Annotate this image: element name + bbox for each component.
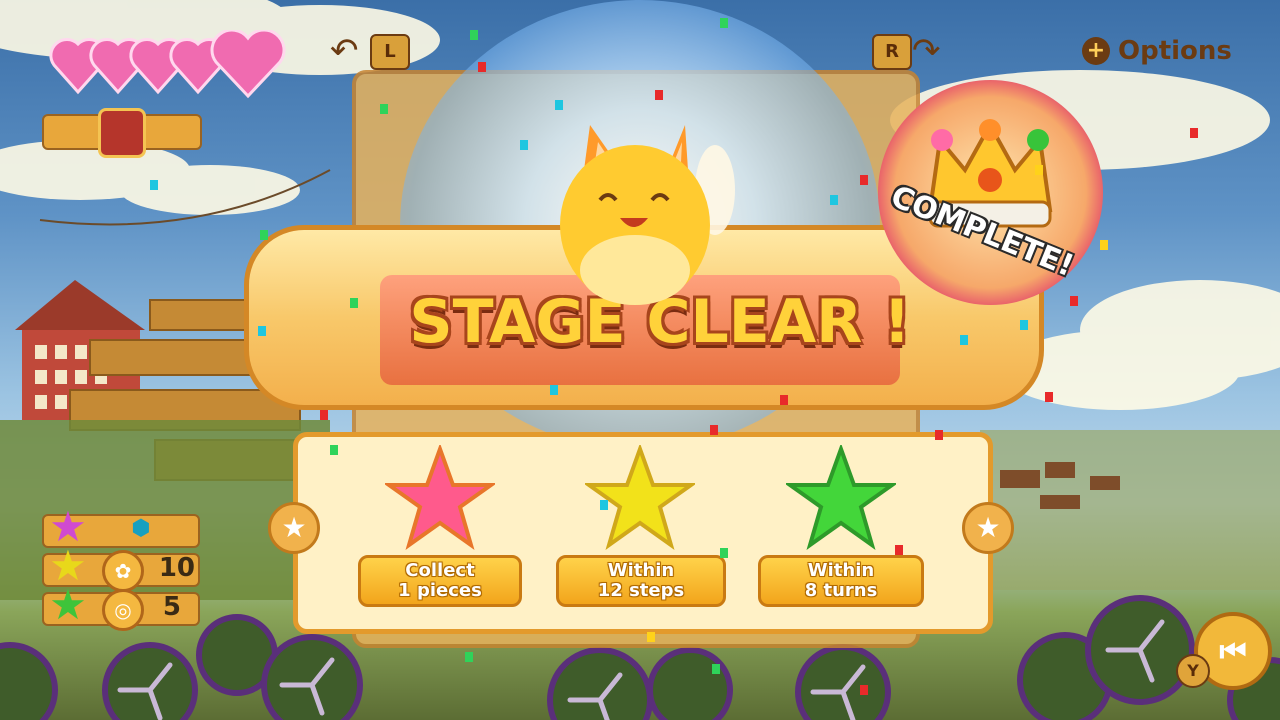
game-scene: ↶ L R ↷ + Options STAGE CLEAR ! COMPLETE… xyxy=(0,0,1280,720)
confetti xyxy=(150,18,1198,695)
